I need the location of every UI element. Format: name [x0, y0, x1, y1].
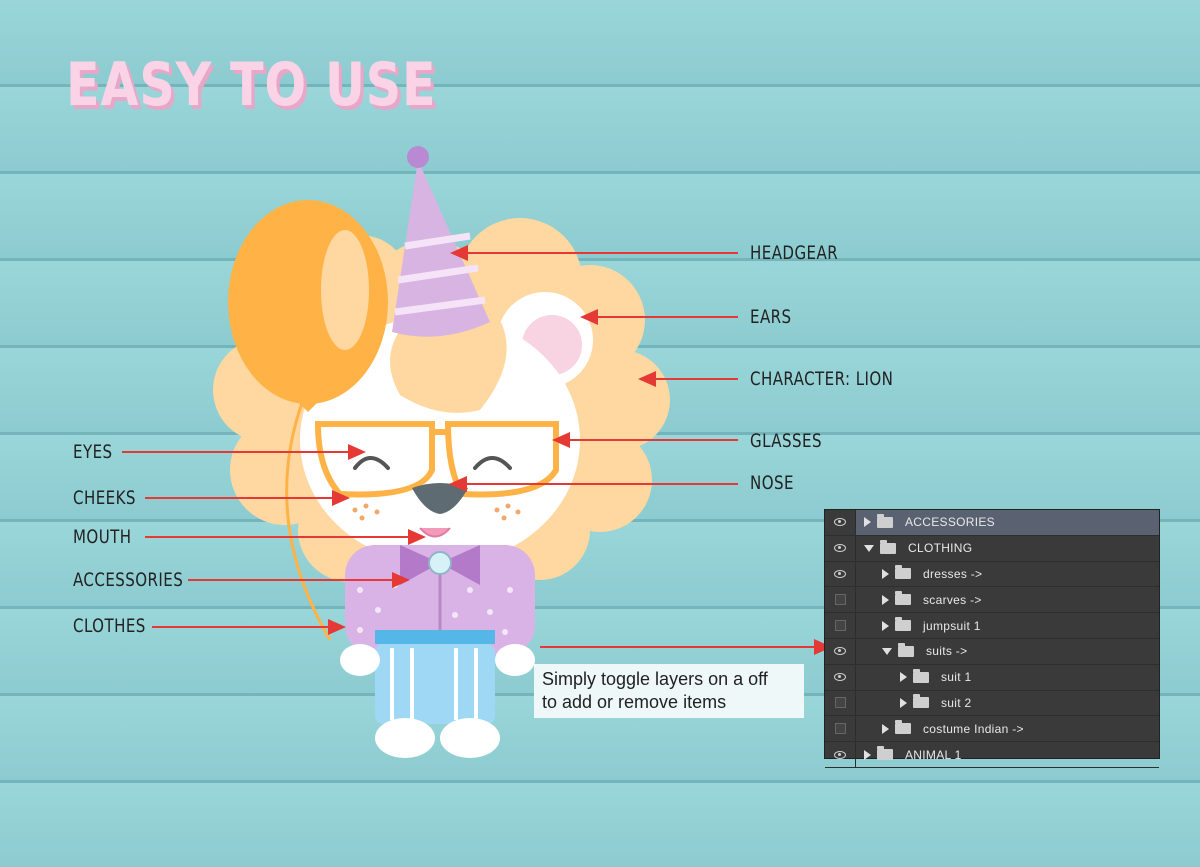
- layer-row[interactable]: scarves ->: [825, 587, 1159, 614]
- visibility-eye-icon[interactable]: [825, 561, 856, 587]
- layer-name-cell[interactable]: suit 1: [856, 665, 1159, 690]
- label-clothes: CLOTHES: [73, 615, 146, 637]
- eye-icon: [834, 569, 846, 578]
- folder-icon: [898, 642, 914, 657]
- collapsed-triangle-icon[interactable]: [882, 594, 889, 605]
- collapsed-triangle-icon[interactable]: [882, 568, 889, 579]
- layer-name-cell[interactable]: suit 2: [856, 691, 1159, 716]
- folder-icon: [895, 591, 911, 606]
- empty-checkbox-icon: [834, 697, 846, 709]
- folder-icon: [877, 746, 893, 761]
- tip-box: Simply toggle layers on a off to add or …: [534, 664, 804, 718]
- eye-icon: [834, 544, 846, 553]
- label-glasses: GLASSES: [750, 430, 822, 452]
- empty-checkbox-icon: [834, 594, 846, 606]
- expanded-triangle-icon[interactable]: [864, 544, 874, 552]
- label-ears: EARS: [750, 306, 792, 328]
- layer-name-cell[interactable]: CLOTHING: [856, 536, 1159, 561]
- tip-line-2: to add or remove items: [542, 692, 727, 712]
- layer-name-cell[interactable]: scarves ->: [856, 587, 1159, 612]
- layer-name: CLOTHING: [908, 541, 973, 556]
- label-cheeks: CHEEKS: [73, 487, 136, 509]
- folder-icon: [895, 720, 911, 735]
- label-accessories: ACCESSORIES: [73, 569, 184, 591]
- eye-icon: [834, 518, 846, 527]
- layer-row[interactable]: CLOTHING: [825, 535, 1159, 562]
- layers-panel: ACCESSORIES CLOTHING dresses -> scarves -> j…: [824, 509, 1160, 768]
- collapsed-triangle-icon[interactable]: [900, 672, 907, 683]
- layer-name-cell[interactable]: ACCESSORIES: [856, 510, 1159, 535]
- layer-name: jumpsuit 1: [923, 618, 981, 633]
- layer-name: scarves ->: [923, 592, 982, 607]
- folder-icon: [913, 694, 929, 709]
- folder-icon: [895, 617, 911, 632]
- layer-name-cell[interactable]: dresses ->: [856, 562, 1159, 587]
- layer-name: dresses ->: [923, 566, 983, 581]
- eye-icon: [834, 750, 846, 759]
- visibility-eye-icon[interactable]: [825, 664, 856, 690]
- tip-line-1: Simply toggle layers on a off: [542, 669, 768, 689]
- label-mouth: MOUTH: [73, 526, 132, 548]
- label-character: CHARACTER: LION: [750, 368, 894, 390]
- layer-name-cell[interactable]: suits ->: [856, 639, 1159, 664]
- collapsed-triangle-icon[interactable]: [882, 723, 889, 734]
- folder-icon: [877, 513, 893, 528]
- layer-name: ANIMAL 1: [905, 747, 962, 762]
- layer-row[interactable]: jumpsuit 1: [825, 613, 1159, 639]
- expanded-triangle-icon[interactable]: [882, 647, 892, 655]
- layer-name: suit 1: [941, 670, 972, 685]
- collapsed-triangle-icon[interactable]: [882, 620, 889, 631]
- visibility-toggle-off[interactable]: [825, 716, 856, 742]
- label-eyes: EYES: [73, 441, 113, 463]
- empty-checkbox-icon: [834, 620, 846, 632]
- visibility-eye-icon[interactable]: [825, 535, 856, 561]
- visibility-eye-icon[interactable]: [825, 638, 856, 664]
- visibility-toggle-off[interactable]: [825, 613, 856, 638]
- layer-name: suits ->: [926, 644, 968, 659]
- layer-row[interactable]: ANIMAL 1: [825, 742, 1159, 768]
- empty-checkbox-icon: [834, 723, 846, 735]
- eye-icon: [834, 647, 846, 656]
- folder-icon: [880, 539, 896, 554]
- layer-row[interactable]: dresses ->: [825, 561, 1159, 588]
- collapsed-triangle-icon[interactable]: [864, 749, 871, 760]
- label-nose: NOSE: [750, 472, 794, 494]
- visibility-eye-icon[interactable]: [825, 742, 856, 767]
- layer-name-cell[interactable]: costume Indian ->: [856, 716, 1159, 741]
- layer-name-cell[interactable]: ANIMAL 1: [856, 742, 1159, 767]
- label-headgear: HEADGEAR: [750, 242, 839, 264]
- collapsed-triangle-icon[interactable]: [900, 697, 907, 708]
- folder-icon: [913, 668, 929, 683]
- eye-icon: [834, 673, 846, 682]
- layer-row[interactable]: suit 2: [825, 690, 1159, 717]
- collapsed-triangle-icon[interactable]: [864, 517, 871, 528]
- layer-row[interactable]: suits ->: [825, 638, 1159, 665]
- folder-icon: [895, 565, 911, 580]
- visibility-eye-icon[interactable]: [825, 510, 856, 535]
- layer-name: ACCESSORIES: [905, 515, 995, 530]
- layer-row[interactable]: costume Indian ->: [825, 716, 1159, 743]
- visibility-toggle-off[interactable]: [825, 690, 856, 716]
- layer-name: costume Indian ->: [923, 721, 1024, 736]
- layer-row[interactable]: ACCESSORIES: [825, 510, 1159, 536]
- layer-name-cell[interactable]: jumpsuit 1: [856, 613, 1159, 638]
- visibility-toggle-off[interactable]: [825, 587, 856, 613]
- layer-name: suit 2: [941, 695, 972, 710]
- layer-row[interactable]: suit 1: [825, 664, 1159, 691]
